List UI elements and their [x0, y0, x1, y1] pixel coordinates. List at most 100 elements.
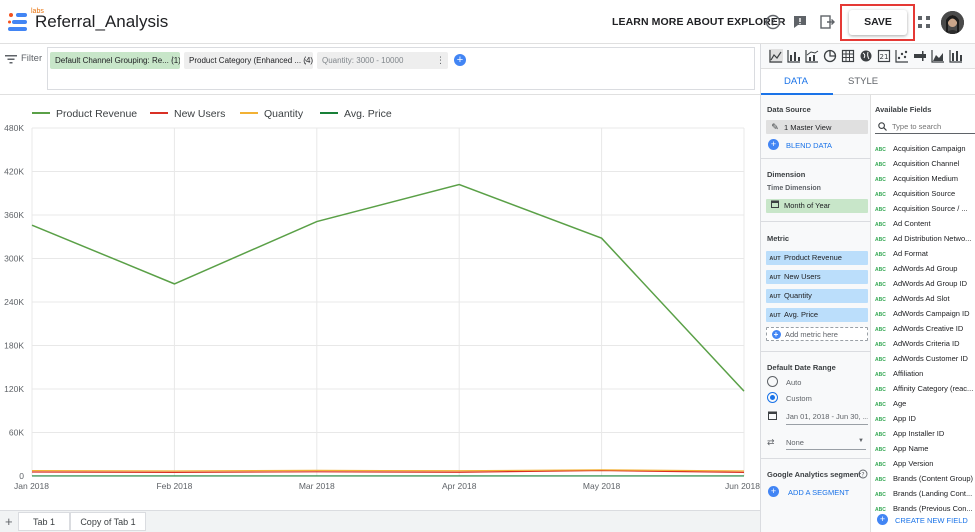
available-field-item[interactable]: ABC Affinity Category (reac... — [875, 381, 975, 396]
available-field-item[interactable]: ABC AdWords Creative ID — [875, 321, 975, 336]
export-icon[interactable] — [818, 13, 836, 31]
geo-map-chart-type-icon[interactable] — [859, 49, 873, 63]
scatter-chart-type-icon[interactable] — [895, 49, 909, 63]
metric-agg-tag[interactable]: AUT — [766, 309, 784, 322]
legend-label[interactable]: Quantity — [264, 108, 304, 120]
tab-1[interactable]: Tab 1 — [18, 512, 70, 531]
available-field-item[interactable]: ABC AdWords Ad Group ID — [875, 276, 975, 291]
scorecard-chart-type-icon[interactable]: 21 — [877, 49, 891, 63]
metric-product-revenue[interactable]: AUT Product Revenue — [766, 251, 868, 265]
help-icon[interactable]: ? — [858, 469, 868, 479]
filter-chip-area[interactable]: Default Channel Grouping: Re... (1) ⋮ Pr… — [47, 47, 755, 90]
search-icon — [878, 122, 887, 131]
text-type-tag: ABC — [875, 177, 886, 183]
page-tabs-bar: + Tab 1 Copy of Tab 1 — [0, 510, 760, 532]
available-field-item[interactable]: ABC Affiliation — [875, 366, 975, 381]
date-custom-radio[interactable] — [767, 392, 778, 403]
available-field-item[interactable]: ABC Age — [875, 396, 975, 411]
time-dimension-field[interactable]: Month of Year — [766, 199, 868, 213]
feedback-icon[interactable] — [791, 13, 809, 31]
available-field-item[interactable]: ABC App Name — [875, 441, 975, 456]
available-field-item[interactable]: ABC AdWords Ad Slot — [875, 291, 975, 306]
more-vert-icon[interactable]: ⋮ — [168, 52, 177, 69]
available-field-item[interactable]: ABC Brands (Content Group) — [875, 471, 975, 486]
available-field-label: Ad Content — [893, 219, 931, 228]
metric-avg-price[interactable]: AUT Avg. Price — [766, 308, 868, 322]
available-field-item[interactable]: ABC Ad Distribution Netwo... — [875, 231, 975, 246]
filter-chip-quantity[interactable]: Quantity: 3000 - 10000 ⋮ — [317, 52, 448, 69]
available-field-item[interactable]: ABC Acquisition Source / ... — [875, 201, 975, 216]
y-tick-label: 360K — [4, 210, 24, 220]
available-field-item[interactable]: ABC App Version — [875, 456, 975, 471]
filter-icon[interactable] — [5, 55, 17, 64]
available-field-item[interactable]: ABC Acquisition Campaign — [875, 141, 975, 156]
metric-agg-tag[interactable]: AUT — [766, 290, 784, 303]
pivot-table-chart-type-icon[interactable] — [949, 49, 963, 63]
text-type-tag: ABC — [875, 462, 886, 468]
date-range-picker[interactable]: Jan 01, 2018 - Jun 30, ... — [786, 412, 868, 425]
add-segment-plus-icon[interactable]: + — [768, 486, 779, 497]
field-search-input[interactable] — [892, 120, 974, 133]
available-field-item[interactable]: ABC Ad Format — [875, 246, 975, 261]
tab-data[interactable]: DATA — [784, 76, 808, 87]
apps-grid-icon[interactable] — [915, 13, 933, 31]
legend-label[interactable]: Avg. Price — [344, 108, 392, 120]
line-chart-type-icon[interactable] — [769, 49, 783, 63]
available-field-item[interactable]: ABC Acquisition Medium — [875, 171, 975, 186]
metric-quantity[interactable]: AUT Quantity — [766, 289, 868, 303]
metric-label: Avg. Price — [784, 310, 819, 319]
data-source-field[interactable]: ✎ 1 Master View — [766, 120, 868, 134]
available-field-item[interactable]: ABC AdWords Criteria ID — [875, 336, 975, 351]
add-segment-link[interactable]: ADD A SEGMENT — [788, 488, 849, 497]
metric-new-users[interactable]: AUT New Users — [766, 270, 868, 284]
available-field-item[interactable]: ABC AdWords Campaign ID — [875, 306, 975, 321]
table-chart-type-icon[interactable] — [841, 49, 855, 63]
available-field-item[interactable]: ABC Ad Content — [875, 216, 975, 231]
save-button[interactable]: SAVE — [849, 10, 907, 35]
area-chart-type-icon[interactable] — [931, 49, 945, 63]
metric-agg-tag[interactable]: AUT — [766, 271, 784, 284]
blend-data-link[interactable]: BLEND DATA — [786, 141, 832, 150]
data-studio-logo-icon — [8, 13, 27, 31]
report-title[interactable]: Referral_Analysis — [35, 12, 168, 32]
user-avatar[interactable] — [941, 11, 964, 34]
available-field-label: Acquisition Medium — [893, 174, 959, 183]
add-metric-dropzone[interactable]: + Add metric here — [766, 327, 868, 341]
create-field-plus-icon[interactable]: + — [877, 514, 888, 525]
help-icon[interactable]: ? — [764, 13, 782, 31]
tab-copy-of-tab-1[interactable]: Copy of Tab 1 — [70, 512, 146, 531]
text-type-tag: ABC — [875, 192, 886, 198]
available-field-item[interactable]: ABC AdWords Customer ID — [875, 351, 975, 366]
pie-chart-type-icon[interactable] — [823, 49, 837, 63]
available-field-item[interactable]: ABC AdWords Ad Group — [875, 261, 975, 276]
learn-more-link[interactable]: LEARN MORE ABOUT EXPLORER — [612, 16, 786, 28]
available-field-item[interactable]: ABC Acquisition Source — [875, 186, 975, 201]
available-field-item[interactable]: ABC Acquisition Channel — [875, 156, 975, 171]
add-tab-icon[interactable]: + — [5, 514, 13, 529]
create-new-field-link[interactable]: CREATE NEW FIELD — [895, 516, 968, 525]
edit-pencil-icon[interactable]: ✎ — [766, 120, 784, 134]
combo-chart-type-icon[interactable] — [805, 49, 819, 63]
filter-chip-channel-grouping[interactable]: Default Channel Grouping: Re... (1) ⋮ — [50, 52, 180, 69]
available-field-item[interactable]: ABC App ID — [875, 411, 975, 426]
available-field-label: Acquisition Source / ... — [893, 204, 968, 213]
legend-label[interactable]: New Users — [174, 108, 225, 120]
available-field-label: App ID — [893, 414, 916, 423]
filter-chip-product-category[interactable]: Product Category (Enhanced ... (4) ⋮ — [184, 52, 313, 69]
series-line-product-revenue[interactable] — [31, 183, 745, 392]
blend-data-plus-icon[interactable]: + — [768, 139, 779, 150]
date-auto-radio[interactable] — [767, 376, 778, 387]
legend-label[interactable]: Product Revenue — [56, 108, 137, 120]
available-field-item[interactable]: ABC App Installer ID — [875, 426, 975, 441]
available-field-item[interactable]: ABC Brands (Landing Cont... — [875, 486, 975, 501]
more-vert-icon[interactable]: ⋮ — [436, 52, 445, 69]
comparison-select[interactable]: None ▼ — [786, 438, 866, 450]
available-field-label: AdWords Ad Slot — [893, 294, 950, 303]
bar-chart-type-icon[interactable] — [787, 49, 801, 63]
metric-agg-tag[interactable]: AUT — [766, 252, 784, 265]
more-vert-icon[interactable]: ⋮ — [301, 52, 310, 69]
add-filter-button[interactable]: + — [454, 54, 466, 66]
tab-style[interactable]: STYLE — [848, 76, 878, 87]
available-field-item[interactable]: ABC Brands (Previous Con... — [875, 501, 975, 516]
bullet-chart-type-icon[interactable] — [913, 49, 927, 63]
